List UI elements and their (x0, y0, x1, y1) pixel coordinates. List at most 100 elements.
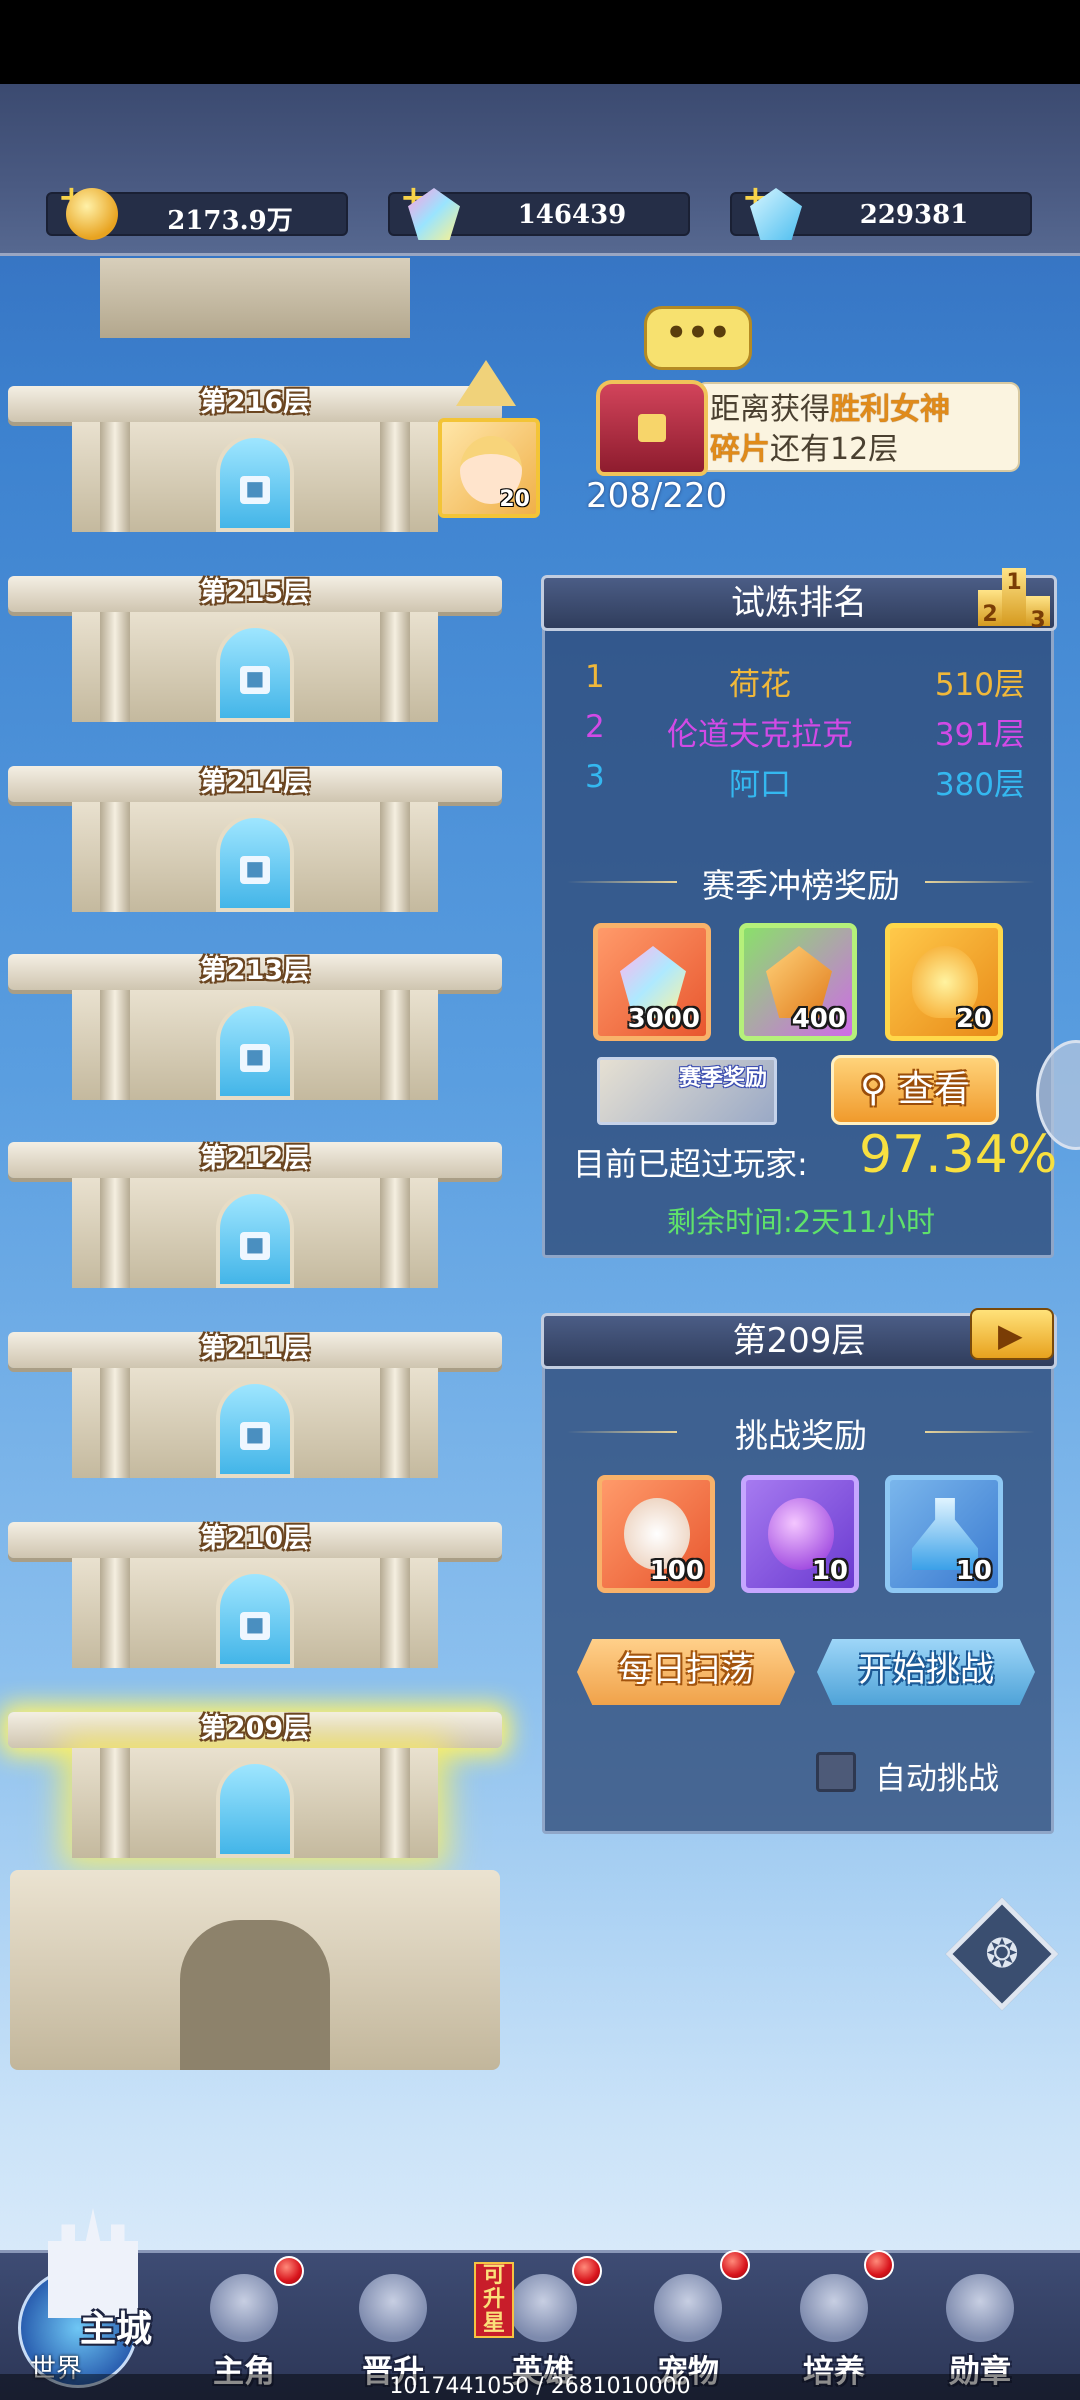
resource-bar: + 2173.9万 + 146439 + 229381 (0, 84, 1080, 256)
daily-sweep-button[interactable]: 每日扫荡 (577, 1639, 795, 1705)
main-city-button[interactable]: 主城 世界 (8, 2208, 168, 2398)
view-button[interactable]: ⚲ 查看 (831, 1055, 999, 1125)
speech-bubble-icon: ••• (644, 306, 752, 370)
status-bar (0, 0, 1080, 84)
floor-progress: 208/220 (586, 476, 728, 516)
swirl-icon: ❂ (985, 1931, 1019, 1977)
season-reward-title: 赛季冲榜奖励 (545, 859, 1057, 907)
crystal-currency[interactable]: + 146439 (388, 178, 690, 240)
medal-icon (946, 2274, 1014, 2342)
pet-icon (654, 2274, 722, 2342)
rank-row[interactable]: 1 荷花 510层 (585, 659, 1025, 709)
lock-icon: ■ (240, 856, 270, 884)
notification-dot (572, 2256, 602, 2286)
lock-icon: ■ (240, 1044, 270, 1072)
nav-cultivate[interactable]: 培养 (774, 2270, 894, 2390)
challenge-panel: 第209层 ▶ 挑战奖励 100 10 10 每日扫荡 开始挑战 自动挑战 (541, 1308, 1057, 1834)
crystal-value: 146439 (517, 200, 627, 230)
floor-door[interactable] (216, 1760, 294, 1858)
protagonist-icon (210, 2274, 278, 2342)
tower-floor-211[interactable]: ■ 第211层 (0, 1284, 510, 1478)
ranking-title-text: 试炼排名 (731, 583, 867, 623)
lock-icon: ■ (240, 1232, 270, 1260)
tower-floor-216[interactable]: ■ 第216层 (0, 338, 510, 532)
quest-line-2: 碎片还有12层 (710, 430, 1008, 470)
tower-base (10, 1870, 500, 2070)
reward-item[interactable]: 3000 (593, 923, 711, 1041)
floor-label: 第212层 (199, 1143, 311, 1174)
tower-floor-214[interactable]: ■ 第214层 (0, 718, 510, 912)
lock-icon: ■ (240, 1612, 270, 1640)
quest-line-1: 距离获得胜利女神 (710, 390, 1008, 430)
auto-challenge-checkbox[interactable] (816, 1752, 856, 1792)
promotion-icon (359, 2274, 427, 2342)
tower-floor-212[interactable]: ■ 第212层 (0, 1094, 510, 1288)
gold-value: 2173.9万 (167, 206, 293, 236)
reward-item[interactable]: 20 (885, 923, 1003, 1041)
reward-item[interactable]: 100 (597, 1475, 715, 1593)
upstar-badge: 可升星 (474, 2262, 514, 2338)
treasure-chest-icon[interactable] (596, 380, 708, 476)
reward-item[interactable]: 400 (739, 923, 857, 1041)
tower-floor-210[interactable]: ■ 第210层 (0, 1474, 510, 1668)
ranking-panel: 试炼排名 2 1 3 1 荷花 510层 2 伦道夫克拉克 391层 3 阿口 … (541, 568, 1058, 1258)
rank-row[interactable]: 3 阿口 380层 (585, 759, 1025, 809)
search-icon: ⚲ (860, 1069, 887, 1110)
nav-medals[interactable]: 勋章 (920, 2270, 1040, 2390)
floor-label: 第216层 (199, 387, 311, 418)
nav-pets[interactable]: 宠物 (628, 2270, 748, 2390)
floor-label: 第209层 (199, 1713, 311, 1744)
quest-highlight: 碎片 (710, 432, 770, 467)
reward-item[interactable]: 10 (885, 1475, 1003, 1593)
tower-gate (180, 1920, 330, 2070)
gold-coin-icon (66, 188, 118, 240)
lock-icon: ■ (240, 666, 270, 694)
tower-top (100, 258, 410, 338)
ranking-title: 试炼排名 2 1 3 (541, 568, 1057, 633)
remaining-time: 剩余时间:2天11小时 (666, 1205, 936, 1239)
tower-floor-213[interactable]: ■ 第213层 (0, 906, 510, 1100)
rank-row[interactable]: 2 伦道夫克拉克 391层 (585, 709, 1025, 759)
back-button[interactable]: ❂ (945, 1897, 1059, 2011)
notification-dot (864, 2250, 894, 2280)
floor-label: 第213层 (199, 955, 311, 986)
heroes-helmet-icon (509, 2274, 577, 2342)
nav-hero-main[interactable]: 主角 (184, 2270, 304, 2390)
exceed-value: 97.34% (859, 1125, 1058, 1185)
challenge-floor-title: 第209层 ▶ (541, 1308, 1057, 1369)
challenge-reward-title: 挑战奖励 (545, 1409, 1057, 1457)
account-id: 1017441050 / 2681010000 (0, 2374, 1080, 2400)
reward-item[interactable]: 10 (741, 1475, 859, 1593)
lock-icon: ■ (240, 476, 270, 504)
nav-promotion[interactable]: 晋升 (333, 2270, 453, 2390)
hero-avatar[interactable]: 20 (438, 418, 540, 518)
challenge-floor-text: 第209层 (732, 1321, 866, 1361)
hero-level: 20 (499, 487, 530, 512)
notification-dot (274, 2256, 304, 2286)
tower-floor-209-current[interactable]: 第209层 (0, 1664, 510, 1858)
auto-challenge-label: 自动挑战 (875, 1761, 999, 1797)
quest-text: 距离获得 (710, 392, 830, 427)
lock-icon: ■ (240, 1422, 270, 1450)
quest-bubble[interactable]: 距离获得胜利女神 碎片还有12层 (696, 382, 1020, 472)
season-reward-banner[interactable]: 赛季奖励 (597, 1057, 777, 1125)
video-replay-icon[interactable]: ▶ (970, 1308, 1054, 1360)
floor-marker-icon (456, 360, 516, 406)
tower-floor-215[interactable]: ■ 第215层 (0, 528, 510, 722)
diamond-currency[interactable]: + 229381 (730, 178, 1032, 240)
cultivate-icon (800, 2274, 868, 2342)
notification-dot (720, 2250, 750, 2280)
quest-text: 还有12层 (770, 432, 899, 467)
floor-label: 第214层 (199, 767, 311, 798)
main-city-label: 主城 (80, 2309, 153, 2350)
floor-label: 第211层 (199, 1333, 311, 1364)
podium-icon[interactable]: 2 1 3 (978, 556, 1050, 633)
floor-label: 第215层 (199, 577, 311, 608)
gold-currency[interactable]: + 2173.9万 (46, 178, 348, 240)
floor-label: 第210层 (199, 1523, 311, 1554)
quest-highlight: 胜利女神 (830, 392, 950, 427)
start-challenge-button[interactable]: 开始挑战 (817, 1639, 1035, 1705)
exceed-label: 目前已超过玩家: (573, 1145, 808, 1183)
diamond-value: 229381 (859, 200, 969, 230)
tower: ■ 第216层 ■ 第215层 ■ 第214层 ■ 第213层 ■ 第212层 … (0, 258, 510, 2070)
